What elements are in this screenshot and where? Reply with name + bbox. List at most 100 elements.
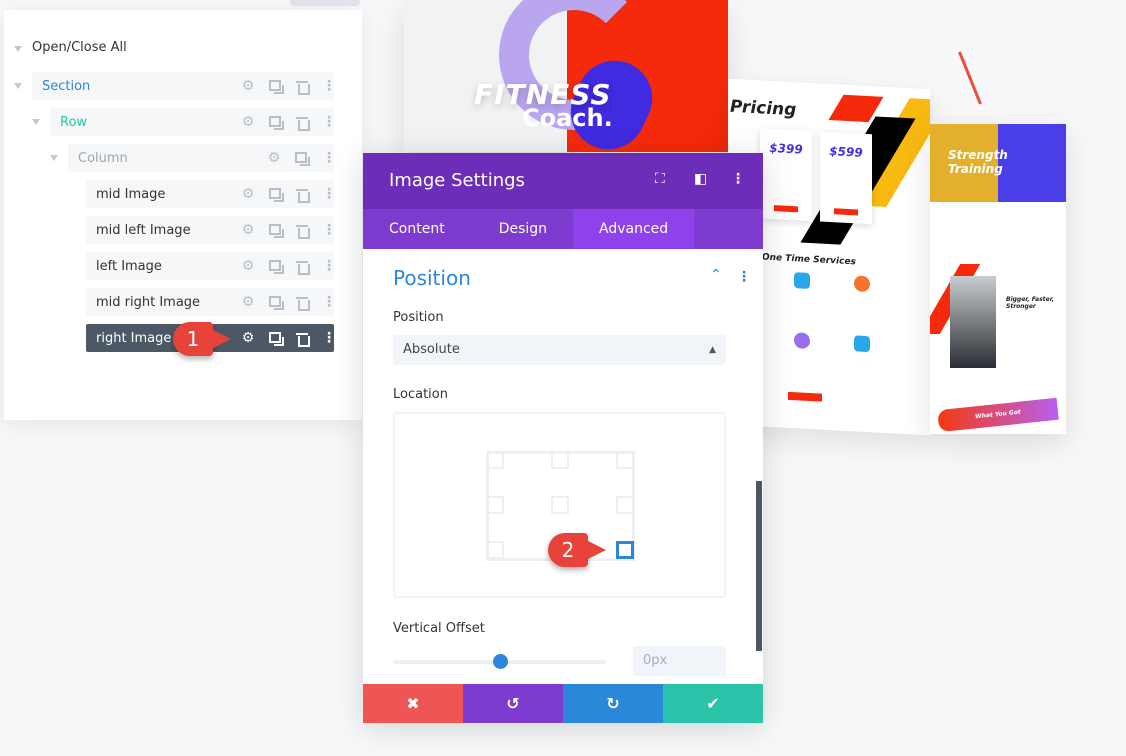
modal-footer: ✖ ↺ ↻ ✔ xyxy=(363,684,763,723)
strength-subtitle: Bigger, Faster, Stronger xyxy=(1006,296,1055,310)
modal-body: Position ⌃ ⋮ Position Absolute ▲ Location… xyxy=(363,249,763,684)
layer-item[interactable]: left Image ⚙ ⋮ xyxy=(86,252,336,280)
more-icon[interactable]: ⋮ xyxy=(322,223,336,237)
duplicate-icon[interactable] xyxy=(295,152,310,166)
more-icon[interactable]: ⋮ xyxy=(322,259,336,273)
layer-item[interactable]: mid Image ⚙ ⋮ xyxy=(86,180,336,208)
split-view-icon[interactable]: ◧ xyxy=(694,171,707,187)
more-icon[interactable]: ⋮ xyxy=(737,269,751,285)
undo-button[interactable]: ↺ xyxy=(463,684,563,723)
duplicate-icon[interactable] xyxy=(269,260,284,274)
tab-content[interactable]: Content xyxy=(363,209,471,249)
location-top-left[interactable] xyxy=(486,451,504,469)
redo-button[interactable]: ↻ xyxy=(563,684,663,723)
location-bottom-right[interactable] xyxy=(616,541,634,559)
gear-icon[interactable]: ⚙ xyxy=(241,115,255,129)
modal-title: Image Settings xyxy=(389,170,525,191)
layer-item[interactable]: mid right Image ⚙ ⋮ xyxy=(86,288,336,316)
duplicate-icon[interactable] xyxy=(269,116,284,130)
caret-down-icon[interactable] xyxy=(14,46,22,52)
open-close-all[interactable]: Open/Close All xyxy=(32,40,127,55)
fullscreen-icon[interactable]: ⛶ xyxy=(655,171,665,187)
caret-down-icon[interactable] xyxy=(32,119,40,125)
duplicate-icon[interactable] xyxy=(269,80,284,94)
more-icon[interactable]: ⋮ xyxy=(322,187,336,201)
layer-label: Row xyxy=(60,114,88,130)
trash-icon[interactable] xyxy=(296,116,310,131)
location-center-left[interactable] xyxy=(486,496,504,514)
position-value: Absolute xyxy=(403,342,460,357)
gear-icon[interactable]: ⚙ xyxy=(241,223,255,237)
more-icon[interactable]: ⋮ xyxy=(731,171,745,187)
location-picker xyxy=(393,412,726,598)
trash-icon[interactable] xyxy=(296,80,310,95)
layer-label: left Image xyxy=(96,258,162,274)
layer-label: mid right Image xyxy=(96,294,201,310)
duplicate-icon[interactable] xyxy=(269,332,284,346)
layer-label: Column xyxy=(78,150,128,166)
slider-handle[interactable] xyxy=(492,654,508,669)
panel-tab[interactable] xyxy=(290,0,360,6)
more-icon[interactable]: ⋮ xyxy=(322,151,336,165)
layer-label: mid left Image xyxy=(96,222,191,238)
section-title[interactable]: Position xyxy=(393,266,471,290)
location-label: Location xyxy=(393,387,448,402)
more-icon[interactable]: ⋮ xyxy=(322,295,336,309)
gear-icon[interactable]: ⚙ xyxy=(241,295,255,309)
location-bottom-left[interactable] xyxy=(486,541,504,559)
strength-title-2: Training xyxy=(948,162,1003,176)
location-center-right[interactable] xyxy=(616,496,634,514)
tab-design[interactable]: Design xyxy=(471,209,573,249)
step-badge-2: 2 xyxy=(548,533,606,567)
scrollbar[interactable] xyxy=(756,481,762,651)
duplicate-icon[interactable] xyxy=(269,188,284,202)
trash-icon[interactable] xyxy=(296,332,310,347)
layers-panel: Open/Close All Section ⚙ ⋮ Row ⚙ ⋮ Column … xyxy=(4,10,362,420)
trash-icon[interactable] xyxy=(296,224,310,239)
cancel-button[interactable]: ✖ xyxy=(363,684,463,723)
trash-icon[interactable] xyxy=(296,296,310,311)
location-top-center[interactable] xyxy=(551,451,569,469)
location-top-right[interactable] xyxy=(616,451,634,469)
duplicate-icon[interactable] xyxy=(269,296,284,310)
layer-row[interactable]: Row ⚙ ⋮ xyxy=(50,108,336,136)
gear-icon[interactable]: ⚙ xyxy=(241,331,255,345)
layer-label: mid Image xyxy=(96,186,166,202)
gear-icon[interactable]: ⚙ xyxy=(241,187,255,201)
vertical-offset-input[interactable]: 0px xyxy=(633,646,726,676)
step-badge-1: 1 xyxy=(173,322,231,356)
trash-icon[interactable] xyxy=(296,188,310,203)
caret-down-icon[interactable] xyxy=(14,83,22,89)
strength-footer: What You Got xyxy=(937,397,1059,433)
gear-icon[interactable]: ⚙ xyxy=(241,79,255,93)
services-title: One Time Services xyxy=(762,252,856,268)
duplicate-icon[interactable] xyxy=(269,224,284,238)
save-button[interactable]: ✔ xyxy=(663,684,763,723)
gear-icon[interactable]: ⚙ xyxy=(241,259,255,273)
pointer-arrow xyxy=(958,51,982,105)
strength-training-mockup: Strength Training Bigger, Faster, Stronge… xyxy=(930,124,1066,434)
caret-down-icon[interactable] xyxy=(50,155,58,161)
gear-icon[interactable]: ⚙ xyxy=(267,151,281,165)
more-icon[interactable]: ⋮ xyxy=(322,79,336,93)
fitness-coach-mockup: FITNESS Coach. xyxy=(404,0,728,152)
more-icon[interactable]: ⋮ xyxy=(322,115,336,129)
layer-item[interactable]: mid left Image ⚙ ⋮ xyxy=(86,216,336,244)
more-icon[interactable]: ⋮ xyxy=(322,331,336,345)
location-center[interactable] xyxy=(551,496,569,514)
vertical-offset-slider[interactable] xyxy=(393,654,606,669)
vertical-offset-label: Vertical Offset xyxy=(393,621,485,636)
layer-label: Section xyxy=(42,78,91,94)
position-select[interactable]: Absolute ▲ xyxy=(393,335,726,365)
position-label: Position xyxy=(393,310,444,325)
layer-column[interactable]: Column ⚙ ⋮ xyxy=(68,144,336,172)
price-1: $399 xyxy=(769,140,803,157)
hero-subtitle: Coach. xyxy=(522,104,613,132)
trash-icon[interactable] xyxy=(296,260,310,275)
price-2: $599 xyxy=(829,144,863,160)
tab-advanced[interactable]: Advanced xyxy=(573,209,695,249)
modal-tabs: Content Design Advanced xyxy=(363,209,763,249)
chevron-up-icon[interactable]: ⌃ xyxy=(710,267,722,283)
layer-section[interactable]: Section ⚙ ⋮ xyxy=(32,72,336,100)
select-arrows-icon: ▲ xyxy=(709,345,716,355)
